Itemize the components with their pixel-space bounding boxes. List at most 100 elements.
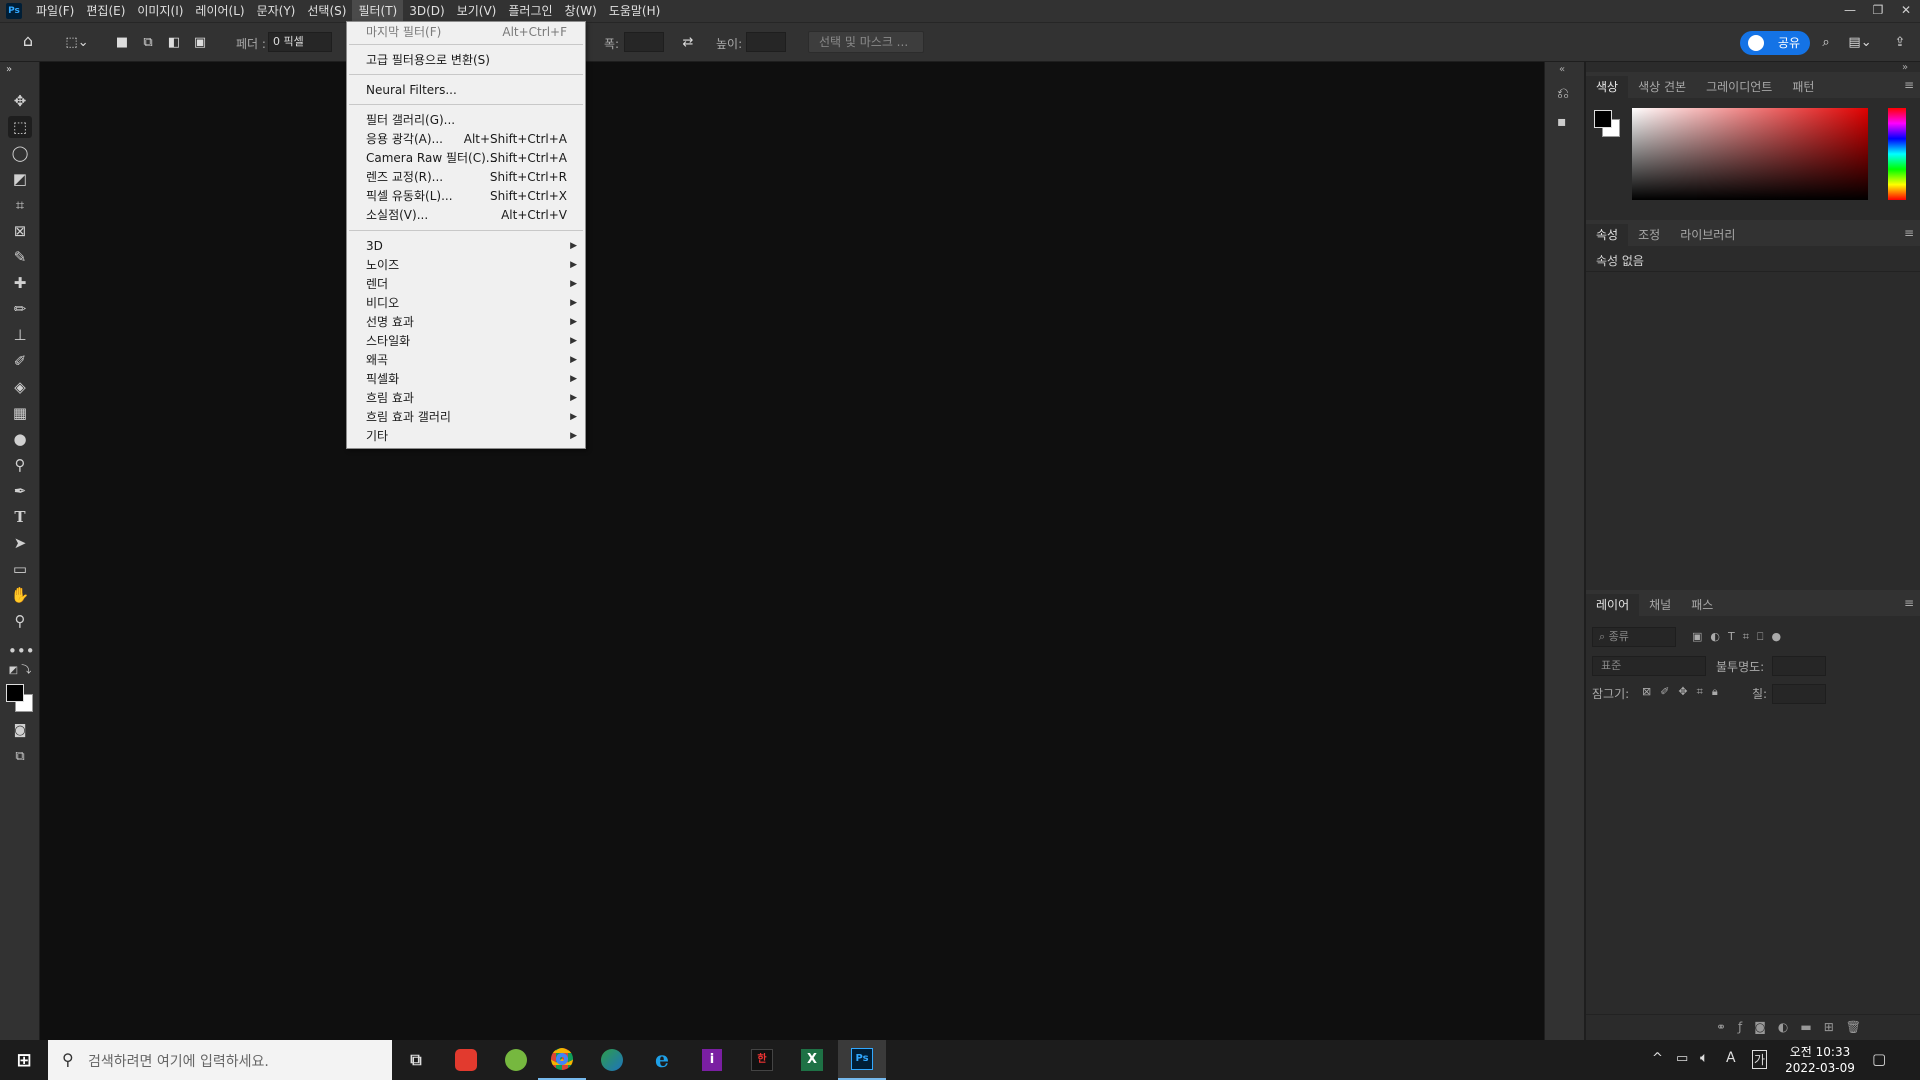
panel-menu-icon[interactable]: ≡ xyxy=(1904,596,1914,610)
type-tool-icon[interactable]: T xyxy=(8,506,32,528)
clock-date[interactable]: 2022-03-09 xyxy=(1784,1061,1856,1075)
blend-mode-select[interactable]: 표준 xyxy=(1592,656,1706,676)
subtract-selection-icon[interactable]: ◧ xyxy=(166,35,182,51)
document-canvas-area[interactable] xyxy=(40,62,1544,1040)
menu-item-adaptive-wide-angle[interactable]: 응용 광각(A)... Alt+Shift+Ctrl+A xyxy=(347,130,585,149)
fill-input[interactable] xyxy=(1772,684,1826,704)
close-button[interactable]: ✕ xyxy=(1892,0,1920,20)
volume-icon[interactable]: 🔈︎ xyxy=(1700,1050,1708,1066)
height-input[interactable] xyxy=(746,32,786,52)
foreground-color-swatch[interactable] xyxy=(6,684,24,702)
gradient-tool-icon[interactable]: ▦ xyxy=(8,402,32,424)
opacity-input[interactable] xyxy=(1772,656,1826,676)
tab-channels[interactable]: 채널 xyxy=(1639,594,1681,616)
workspace-icon[interactable]: ▤⌄ xyxy=(1846,35,1874,51)
tab-swatches[interactable]: 색상 견본 xyxy=(1628,76,1696,98)
tab-libraries[interactable]: 라이브러리 xyxy=(1670,224,1745,246)
menu-item-blur-gallery[interactable]: 흐림 효과 갤러리 ▶ xyxy=(347,408,585,427)
screen-mode-icon[interactable]: ⧉ xyxy=(8,746,32,768)
menu-edit[interactable]: 편집(E) xyxy=(80,0,131,22)
dodge-tool-icon[interactable]: ⚲ xyxy=(8,454,32,476)
hand-tool-icon[interactable]: ✋ xyxy=(8,584,32,606)
frame-tool-icon[interactable]: ⊠ xyxy=(8,220,32,242)
collapse-icon[interactable]: « xyxy=(1559,64,1565,75)
menu-item-sharpen[interactable]: 선명 효과 ▶ xyxy=(347,313,585,332)
menu-item-liquify[interactable]: 픽셀 유동화(L)... Shift+Ctrl+X xyxy=(347,187,585,206)
zoom-tool-icon[interactable]: ⚲ xyxy=(8,610,32,632)
tab-layers[interactable]: 레이어 xyxy=(1586,594,1640,616)
comments-icon[interactable]: ▪ xyxy=(1557,114,1567,130)
history-icon[interactable]: ⎌ xyxy=(1557,84,1569,102)
crop-tool-icon[interactable]: ⌗ xyxy=(8,194,32,216)
menu-item-video[interactable]: 비디오 ▶ xyxy=(347,294,585,313)
clone-stamp-tool-icon[interactable]: ⊥ xyxy=(8,324,32,346)
menu-item-neural-filters[interactable]: Neural Filters... xyxy=(347,81,585,100)
menu-item-3d[interactable]: 3D ▶ xyxy=(347,237,585,256)
new-selection-icon[interactable]: ■ xyxy=(114,35,130,51)
rectangle-tool-icon[interactable]: ▭ xyxy=(8,558,32,580)
menu-item-convert-smart-filters[interactable]: 고급 필터용으로 변환(S) xyxy=(347,51,585,70)
menu-type[interactable]: 문자(Y) xyxy=(251,0,302,22)
app-purple-icon[interactable]: i xyxy=(688,1040,736,1080)
more-tools-icon[interactable]: ••• xyxy=(8,640,35,662)
object-selection-tool-icon[interactable]: ◩ xyxy=(8,168,32,190)
brush-tool-icon[interactable]: ✏ xyxy=(8,298,32,320)
add-selection-icon[interactable]: ⧉ xyxy=(140,35,156,51)
panel-menu-icon[interactable]: ≡ xyxy=(1904,78,1914,92)
ime-korean-indicator[interactable]: 가 xyxy=(1752,1050,1768,1069)
tab-color[interactable]: 색상 xyxy=(1586,76,1629,98)
layer-filter-icons[interactable]: ▣◐T⌗⎕● xyxy=(1692,630,1789,644)
excel-icon[interactable]: X xyxy=(788,1040,836,1080)
color-field[interactable] xyxy=(1632,108,1868,200)
eraser-tool-icon[interactable]: ◈ xyxy=(8,376,32,398)
network-icon[interactable]: ▭ xyxy=(1676,1051,1688,1066)
menu-filter[interactable]: 필터(T) xyxy=(352,0,404,22)
rectangular-marquee-tool-icon[interactable]: ⬚ xyxy=(8,116,32,138)
path-selection-tool-icon[interactable]: ➤ xyxy=(8,532,32,554)
menu-item-blur[interactable]: 흐림 효과 ▶ xyxy=(347,389,585,408)
menu-item-lens-correction[interactable]: 렌즈 교정(R)... Shift+Ctrl+R xyxy=(347,168,585,187)
intersect-selection-icon[interactable]: ▣ xyxy=(192,35,208,51)
menu-item-distort[interactable]: 왜곡 ▶ xyxy=(347,351,585,370)
menu-view[interactable]: 보기(V) xyxy=(451,0,503,22)
share-button[interactable]: 공유 xyxy=(1740,31,1810,55)
menu-3d[interactable]: 3D(D) xyxy=(403,0,450,22)
foreground-color-swatch[interactable] xyxy=(1594,110,1612,128)
tab-adjustments[interactable]: 조정 xyxy=(1628,224,1670,246)
swap-colors-icon[interactable]: ◩ ⤵ xyxy=(8,664,32,678)
select-and-mask-button[interactable]: 선택 및 마스크 ... xyxy=(808,31,924,53)
app-red-icon[interactable] xyxy=(442,1040,490,1080)
windows-start-icon[interactable]: ⊞ xyxy=(0,1040,48,1080)
menu-item-other[interactable]: 기타 ▶ xyxy=(347,427,585,446)
layer-actions-icons[interactable]: ⚭ƒ◙◐▬⊞🗑︎ xyxy=(1716,1020,1873,1034)
tab-paths[interactable]: 패스 xyxy=(1681,594,1723,616)
clock-time[interactable]: 오전 10:33 xyxy=(1784,1043,1856,1060)
menu-item-filter-gallery[interactable]: 필터 갤러리(G)... xyxy=(347,111,585,130)
lasso-tool-icon[interactable]: ◯ xyxy=(8,142,32,164)
menu-plugins[interactable]: 플러그인 xyxy=(502,0,558,22)
export-icon[interactable]: ⇪ xyxy=(1892,35,1908,51)
app-hangul-icon[interactable]: 한 xyxy=(738,1040,786,1080)
menu-file[interactable]: 파일(F) xyxy=(30,0,80,22)
task-view-icon[interactable]: ⧉ xyxy=(392,1040,440,1080)
tab-gradients[interactable]: 그레이디언트 xyxy=(1696,76,1782,98)
menu-item-last-filter[interactable]: 마지막 필터(F) Alt+Ctrl+F xyxy=(347,23,585,42)
internet-explorer-icon[interactable]: e xyxy=(638,1040,686,1080)
menu-layer[interactable]: 레이어(L) xyxy=(189,0,250,22)
eyedropper-tool-icon[interactable]: ✎ xyxy=(8,246,32,268)
menu-help[interactable]: 도움말(H) xyxy=(603,0,667,22)
panel-menu-icon[interactable]: ≡ xyxy=(1904,226,1914,240)
history-brush-tool-icon[interactable]: ✐ xyxy=(8,350,32,372)
menu-item-stylize[interactable]: 스타일화 ▶ xyxy=(347,332,585,351)
notification-icon[interactable]: ▢ xyxy=(1872,1050,1886,1068)
tab-patterns[interactable]: 패턴 xyxy=(1782,76,1824,98)
chrome-icon[interactable] xyxy=(538,1040,586,1080)
quick-mask-icon[interactable]: ◙ xyxy=(8,720,32,742)
tab-properties[interactable]: 속성 xyxy=(1586,224,1629,246)
menu-item-vanishing-point[interactable]: 소실점(V)... Alt+Ctrl+V xyxy=(347,206,585,225)
utorrent-icon[interactable] xyxy=(492,1040,540,1080)
ime-mode-indicator[interactable]: A xyxy=(1726,1050,1736,1066)
menu-item-camera-raw[interactable]: Camera Raw 필터(C)... Shift+Ctrl+A xyxy=(347,149,585,168)
pen-tool-icon[interactable]: ✒ xyxy=(8,480,32,502)
collapse-icon[interactable]: » xyxy=(2,64,16,76)
